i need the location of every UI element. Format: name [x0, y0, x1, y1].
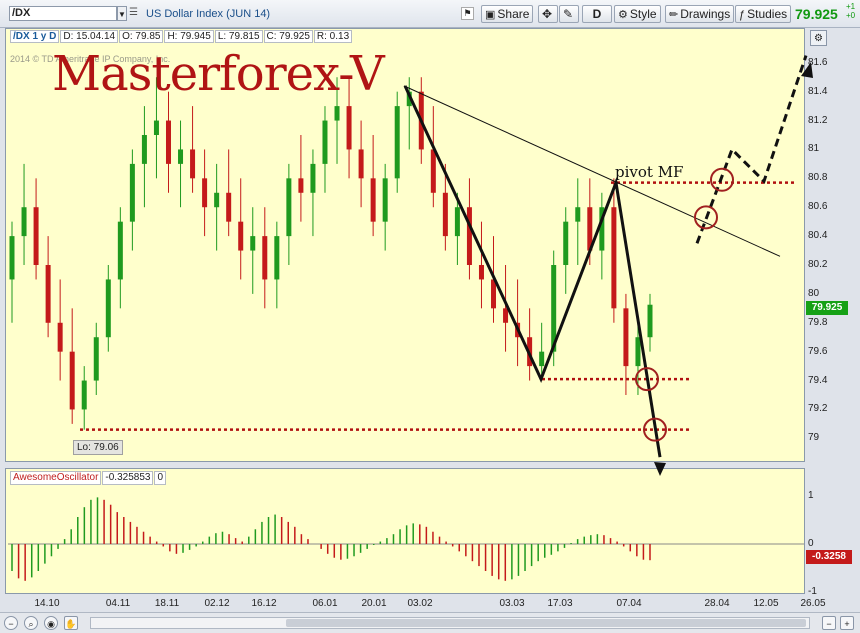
date-axis-tick: 18.11 [154, 598, 180, 609]
date-axis-tick: 17.03 [547, 598, 573, 609]
scroll-thumb[interactable] [286, 619, 806, 627]
price-axis-tick: 81 [808, 143, 820, 155]
candle-body [69, 351, 75, 410]
price-axis-tick: 80.2 [808, 259, 828, 270]
date-axis-tick: 28.04 [704, 598, 730, 609]
candle-body [382, 178, 388, 222]
pivot-label: pivot MF [615, 163, 684, 181]
date-axis-tick: 06.01 [312, 598, 338, 609]
date-axis-tick: 12.05 [753, 598, 779, 609]
date-axis-tick: 14.10 [34, 598, 60, 609]
candle-body [358, 149, 364, 179]
date-axis-tick: 07.04 [616, 598, 642, 609]
candle-body [310, 163, 316, 193]
candle-body [563, 221, 569, 265]
candle-body [334, 106, 340, 121]
price-axis-tick: 81.2 [808, 114, 828, 126]
candle-body [394, 106, 400, 179]
osc-axis-tick: 1 [808, 490, 814, 501]
arrow-head-down [654, 462, 666, 476]
candle-body [575, 207, 581, 222]
candle-body [45, 265, 51, 323]
price-axis-tick: 80.8 [808, 172, 828, 184]
candle-body [165, 120, 171, 164]
price-axis-tick: 79.2 [808, 403, 828, 415]
candle-body [286, 178, 292, 237]
bottom-bar: − ⌕ ◉ ✋ − + [0, 612, 860, 633]
candle-body [202, 178, 208, 208]
candle-body [105, 279, 111, 338]
candle-body [454, 207, 460, 237]
candle-body [635, 337, 641, 367]
candle-body [370, 178, 376, 222]
zoom-out-icon[interactable]: − [4, 616, 18, 630]
oscillator-info-strip: AwesomeOscillator -0.325853 0 [10, 471, 167, 485]
candle-body [503, 308, 509, 323]
zoom-in-button[interactable]: + [840, 616, 854, 630]
hand-tool-icon[interactable]: ✋ [64, 616, 78, 630]
candle-body [647, 304, 653, 338]
candle-body [190, 149, 196, 179]
candle-body [141, 135, 147, 164]
osc-axis-tick: 0 [808, 538, 814, 549]
candle-body [57, 322, 63, 352]
candle-body [346, 106, 352, 150]
last-price-tag: 79.925 [806, 301, 848, 315]
price-axis-tick: 81.6 [808, 56, 828, 68]
candle-body [214, 192, 220, 208]
date-axis-tick: 16.12 [251, 598, 277, 609]
candle-body [611, 207, 617, 309]
candle-body [9, 236, 15, 280]
candle-body [153, 120, 159, 135]
candle-body [262, 236, 268, 280]
magnifier-icon[interactable]: ⌕ [24, 616, 38, 630]
price-axis-tick: 79 [808, 432, 820, 444]
price-axis-tick: 80.6 [808, 201, 828, 213]
candle-body [81, 380, 87, 410]
date-axis-tick: 26.05 [800, 598, 826, 609]
candle-body [274, 236, 280, 280]
candle-body [539, 351, 545, 367]
reset-zoom-icon[interactable]: ◉ [44, 616, 58, 630]
low-label: Lo: 79.06 [73, 440, 123, 455]
oscillator-value-tag: -0.3258 [806, 550, 852, 564]
candle-body [33, 207, 39, 265]
candle-body [178, 149, 184, 164]
time-scrollbar[interactable] [90, 617, 810, 629]
candle-body [129, 163, 135, 222]
price-axis-tick: 79.8 [808, 316, 828, 328]
forecast-path [695, 55, 808, 244]
candle-body [93, 337, 99, 381]
pattern-zigzag [403, 85, 662, 458]
watermark-text: Masterforex-V [52, 46, 385, 102]
candle-body [21, 207, 27, 237]
candle-body [117, 221, 123, 280]
date-axis-tick: 03.02 [407, 598, 433, 609]
candle-body [238, 221, 244, 251]
candle-body [430, 149, 436, 193]
price-axis-tick: 79.4 [808, 374, 828, 386]
zoom-out-button[interactable]: − [822, 616, 836, 630]
candle-body [322, 120, 328, 164]
candle-body [226, 192, 232, 222]
candle-body [298, 178, 304, 193]
oscillator-param: 0 [154, 471, 167, 485]
price-axis-tick: 81.4 [808, 85, 828, 97]
oscillator-name[interactable]: AwesomeOscillator [10, 471, 102, 485]
candle-body [623, 308, 629, 367]
date-axis-tick: 02.12 [204, 598, 230, 609]
date-axis-tick: 04.11 [105, 598, 131, 609]
date-axis: 14.10 04.11 18.11 02.12 16.12 06.01 20.01 03.02… [0, 596, 860, 612]
candle-body [442, 192, 448, 237]
price-axis-tick: 79.6 [808, 345, 828, 357]
candle-body [466, 207, 472, 265]
date-axis-tick: 03.03 [499, 598, 525, 609]
oscillator-value: -0.325853 [102, 471, 154, 485]
date-axis-tick: 20.01 [361, 598, 387, 609]
price-axis-tick: 80 [808, 287, 820, 299]
candle-body [250, 236, 256, 251]
price-axis-tick: 80.4 [808, 230, 828, 242]
candle-body [478, 265, 484, 280]
